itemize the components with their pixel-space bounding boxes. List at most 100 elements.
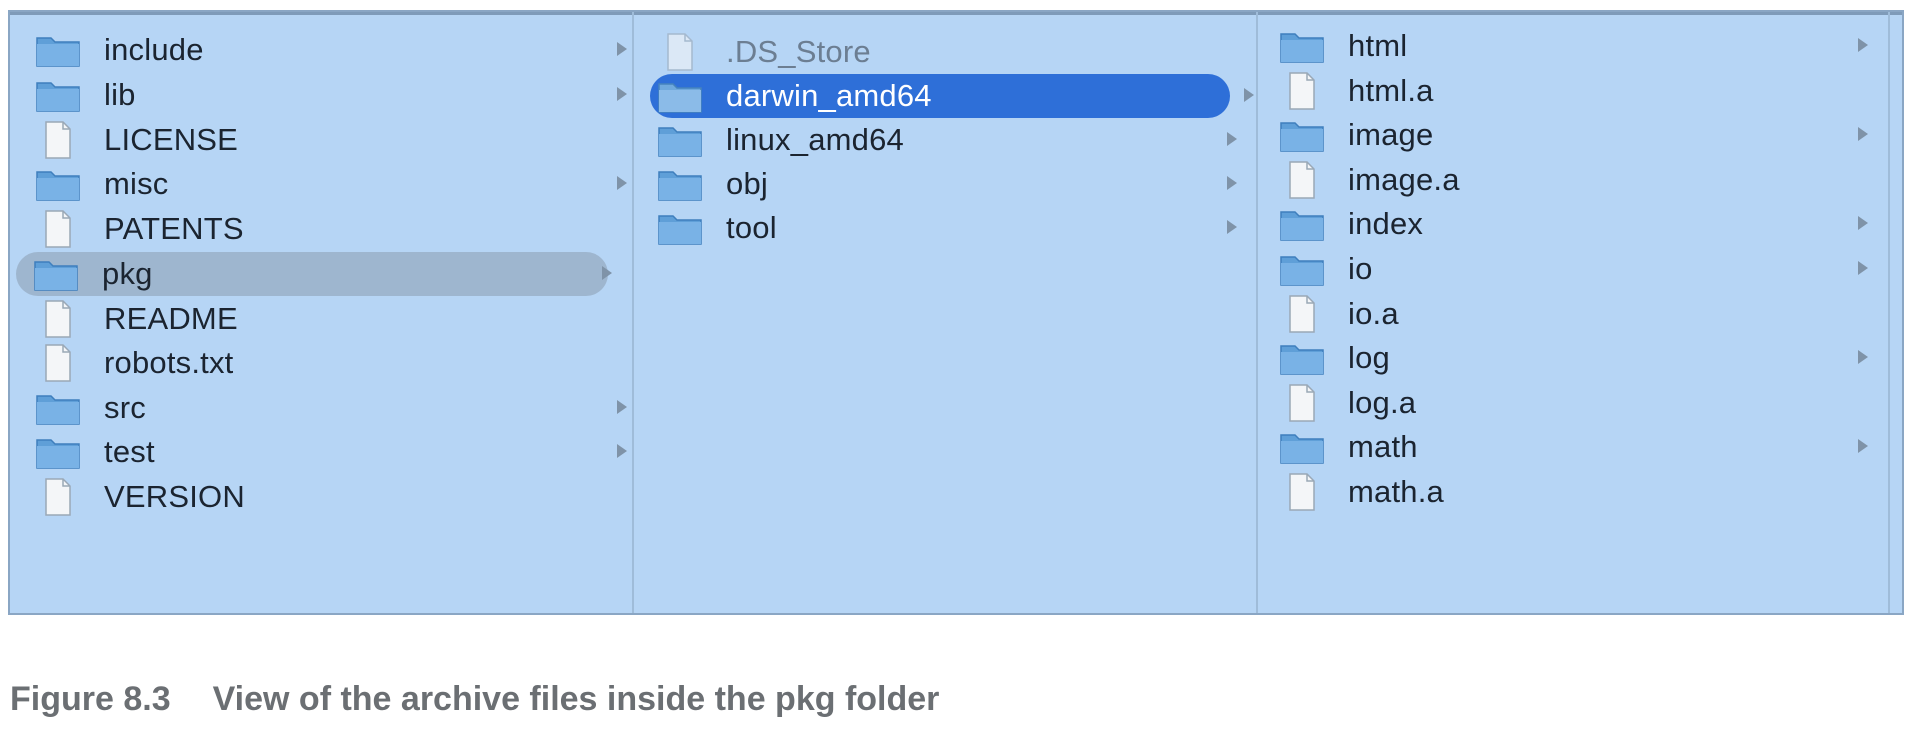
item-label: PATENTS [104, 211, 244, 246]
folder-icon [34, 75, 82, 115]
list-item-linux-amd64[interactable]: linux_amd64 [654, 118, 1249, 162]
folder-icon [1278, 338, 1326, 378]
item-label: index [1348, 206, 1424, 241]
list-item-readme[interactable]: README [32, 297, 627, 341]
list-item-src[interactable]: src [32, 386, 627, 430]
document-icon [1278, 294, 1326, 334]
item-label: io.a [1348, 296, 1399, 331]
disclosure-arrow-icon [617, 42, 627, 56]
figure-number: Figure 8.3 [10, 680, 171, 718]
folder-icon [656, 164, 704, 204]
disclosure-arrow-icon [1244, 88, 1254, 102]
disclosure-arrow-icon [1858, 38, 1868, 52]
item-label: log [1348, 340, 1390, 375]
list-item-darwin-amd64[interactable]: darwin_amd64 [650, 74, 1254, 118]
document-icon [656, 32, 704, 72]
document-icon [34, 477, 82, 517]
folder-icon [32, 254, 80, 294]
item-label: robots.txt [104, 345, 234, 380]
list-item-html[interactable]: html [1276, 24, 1876, 68]
disclosure-arrow-icon [1858, 350, 1868, 364]
item-label: math [1348, 429, 1418, 464]
list-item-image[interactable]: image [1276, 113, 1876, 157]
folder-icon [34, 30, 82, 70]
list-item-obj[interactable]: obj [654, 162, 1249, 206]
list-item-log[interactable]: log [1276, 336, 1876, 380]
item-label: obj [726, 166, 768, 201]
item-label: tool [726, 210, 777, 245]
folder-icon [34, 164, 82, 204]
document-icon [1278, 472, 1326, 512]
disclosure-arrow-icon [1858, 127, 1868, 141]
item-label: VERSION [104, 479, 245, 514]
figure-caption-text: View of the archive files inside the pkg… [212, 680, 940, 718]
column-darwin-amd64[interactable]: html html.a image image.a index io io.a … [1258, 12, 1890, 613]
list-item-misc[interactable]: misc [32, 162, 627, 206]
folder-icon [1278, 427, 1326, 467]
item-label: lib [104, 77, 136, 112]
list-item-index[interactable]: index [1276, 202, 1876, 246]
item-label: io [1348, 251, 1373, 286]
folder-icon [34, 432, 82, 472]
item-label: include [104, 32, 204, 67]
disclosure-arrow-icon [617, 87, 627, 101]
item-label: linux_amd64 [726, 122, 904, 157]
folder-icon [1278, 26, 1326, 66]
disclosure-arrow-icon [602, 266, 612, 280]
item-label: pkg [102, 256, 153, 291]
list-item-patents[interactable]: PATENTS [32, 207, 627, 251]
folder-icon [656, 76, 704, 116]
list-item-html-a[interactable]: html.a [1276, 69, 1876, 113]
list-item-version[interactable]: VERSION [32, 475, 627, 519]
item-label: html.a [1348, 73, 1434, 108]
disclosure-arrow-icon [617, 444, 627, 458]
list-item-ds-store[interactable]: .DS_Store [654, 30, 1249, 74]
list-item-pkg[interactable]: pkg [16, 252, 612, 296]
column-root[interactable]: include lib LICENSE misc PATENTS pkg REA… [10, 12, 634, 613]
item-label: image [1348, 117, 1434, 152]
item-label: darwin_amd64 [726, 78, 932, 113]
disclosure-arrow-icon [1858, 216, 1868, 230]
item-label: image.a [1348, 162, 1460, 197]
item-label: LICENSE [104, 122, 239, 157]
folder-icon [1278, 249, 1326, 289]
disclosure-arrow-icon [617, 400, 627, 414]
finder-column-browser: include lib LICENSE misc PATENTS pkg REA… [8, 10, 1904, 615]
item-label: misc [104, 166, 169, 201]
column-pkg[interactable]: .DS_Store darwin_amd64 linux_amd64 obj t… [634, 12, 1258, 613]
item-label: README [104, 301, 238, 336]
disclosure-arrow-icon [617, 176, 627, 190]
item-label: .DS_Store [726, 34, 871, 69]
list-item-io-a[interactable]: io.a [1276, 292, 1876, 336]
list-item-tool[interactable]: tool [654, 206, 1249, 250]
item-label: test [104, 434, 155, 469]
item-label: src [104, 390, 146, 425]
list-item-math-a[interactable]: math.a [1276, 470, 1876, 514]
disclosure-arrow-icon [1227, 220, 1237, 234]
disclosure-arrow-icon [1227, 132, 1237, 146]
list-item-license[interactable]: LICENSE [32, 118, 627, 162]
list-item-test[interactable]: test [32, 430, 627, 474]
disclosure-arrow-icon [1227, 176, 1237, 190]
document-icon [34, 343, 82, 383]
document-icon [1278, 383, 1326, 423]
folder-icon [34, 388, 82, 428]
document-icon [34, 299, 82, 339]
list-item-io[interactable]: io [1276, 247, 1876, 291]
item-label: math.a [1348, 474, 1444, 509]
document-icon [34, 120, 82, 160]
item-label: html [1348, 28, 1408, 63]
document-icon [1278, 160, 1326, 200]
folder-icon [656, 208, 704, 248]
item-label: log.a [1348, 385, 1417, 420]
list-item-robots[interactable]: robots.txt [32, 341, 627, 385]
list-item-log-a[interactable]: log.a [1276, 381, 1876, 425]
list-item-include[interactable]: include [32, 28, 627, 72]
folder-icon [1278, 115, 1326, 155]
list-item-lib[interactable]: lib [32, 73, 627, 117]
list-item-math[interactable]: math [1276, 425, 1876, 469]
folder-icon [656, 120, 704, 160]
document-icon [1278, 71, 1326, 111]
list-item-image-a[interactable]: image.a [1276, 158, 1876, 202]
document-icon [34, 209, 82, 249]
